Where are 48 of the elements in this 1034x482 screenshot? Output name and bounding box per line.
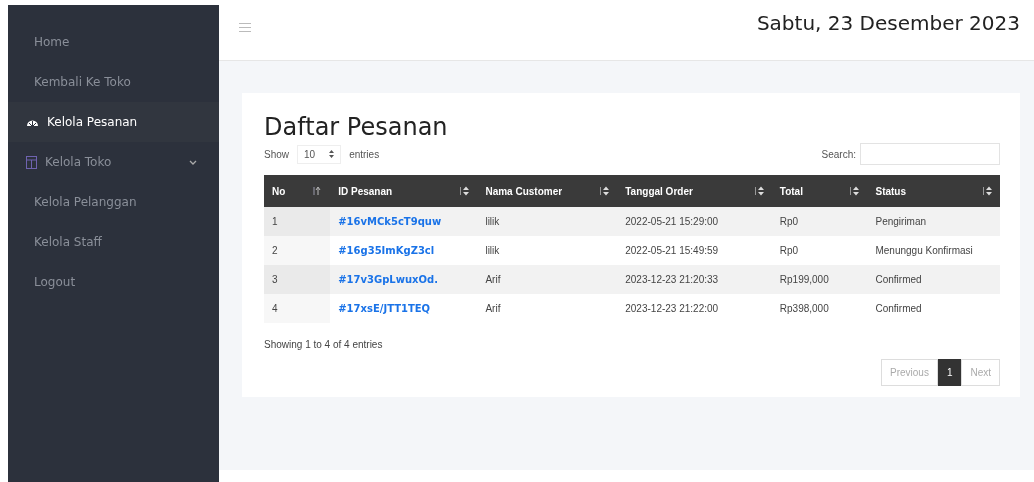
table-cell: Pengiriman bbox=[867, 207, 1000, 236]
column-header[interactable]: No bbox=[264, 175, 331, 207]
chevron-icon bbox=[189, 159, 197, 165]
column-header[interactable]: ID Pesanan bbox=[330, 175, 478, 207]
show-label: Show bbox=[264, 148, 289, 160]
sidebar-item[interactable]: Kembali Ke Toko bbox=[8, 62, 219, 102]
table-cell: 1 bbox=[264, 207, 331, 236]
sidebar-item[interactable]: Kelola Pelanggan bbox=[8, 182, 219, 222]
table-info: Showing 1 to 4 of 4 entries bbox=[264, 339, 383, 350]
sidebar-item[interactable]: Kelola Toko bbox=[8, 142, 219, 182]
entries-select[interactable]: 10 bbox=[297, 144, 342, 164]
table-cell: 3 bbox=[264, 265, 331, 294]
page-title: Daftar Pesanan bbox=[264, 113, 449, 141]
sidebar-item[interactable]: Kelola Pesanan bbox=[8, 102, 219, 142]
order-link[interactable]: #16g35ImKgZ3cl bbox=[338, 245, 435, 256]
menu-icon[interactable] bbox=[239, 23, 251, 32]
table-cell: Confirmed bbox=[867, 294, 1000, 323]
column-header[interactable]: Status bbox=[867, 175, 1000, 207]
search-label: Search: bbox=[821, 148, 856, 160]
table-cell: Confirmed bbox=[867, 265, 1000, 294]
date-text: Sabtu, 23 Desember 2023 bbox=[756, 10, 1020, 35]
table-cell: Rp0 bbox=[771, 236, 868, 265]
table-cell: lilik bbox=[477, 236, 618, 265]
table-cell: lilik bbox=[477, 207, 618, 236]
table-cell: Arif bbox=[477, 265, 618, 294]
table-cell: 2022-05-21 15:49:59 bbox=[617, 236, 772, 265]
table-cell: Rp199,000 bbox=[771, 265, 868, 294]
table-cell: 2023-12-23 21:20:33 bbox=[617, 265, 772, 294]
select-caret-icon bbox=[329, 150, 335, 158]
table-cell: Rp0 bbox=[771, 207, 868, 236]
column-header[interactable]: Nama Customer bbox=[477, 175, 618, 207]
page-button[interactable]: 1 bbox=[937, 359, 962, 386]
column-header[interactable]: Total bbox=[771, 175, 868, 207]
search-field[interactable] bbox=[860, 143, 1000, 165]
calendar-icon bbox=[26, 155, 37, 169]
table-cell: 2023-12-23 21:22:00 bbox=[617, 294, 772, 323]
sidebar-item[interactable]: Kelola Staff bbox=[8, 222, 219, 262]
sidebar-item[interactable]: Logout bbox=[8, 262, 219, 302]
table-cell: 4 bbox=[264, 294, 331, 323]
entries-label: entries bbox=[349, 148, 380, 160]
sidebar-item[interactable]: Home bbox=[8, 22, 219, 62]
table-cell: 2 bbox=[264, 236, 331, 265]
table-cell: 2022-05-21 15:29:00 bbox=[617, 207, 772, 236]
table-cell: Menunggu Konfirmasi bbox=[867, 236, 1000, 265]
column-header[interactable]: Tanggal Order bbox=[617, 175, 772, 207]
table-cell: Arif bbox=[477, 294, 618, 323]
order-link[interactable]: #17xsE/JTT1TEQ bbox=[338, 303, 431, 314]
table-cell: Rp398,000 bbox=[771, 294, 868, 323]
